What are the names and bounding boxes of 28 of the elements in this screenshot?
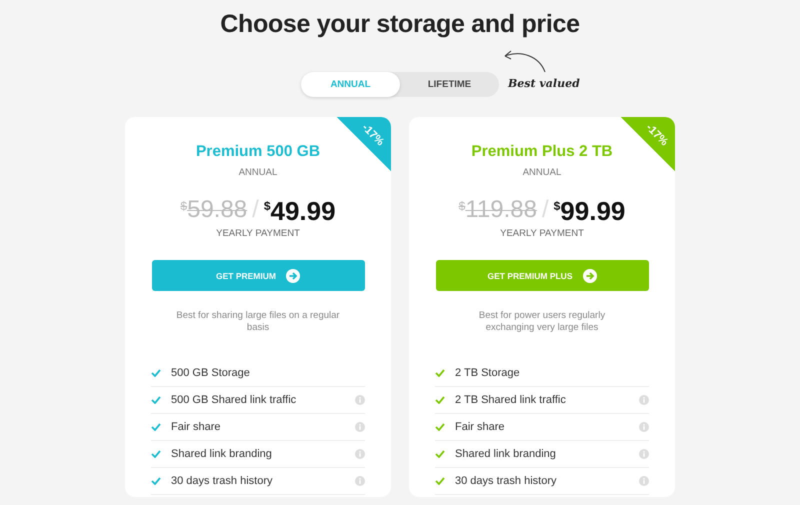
feature-text: 30 days trash history [171, 475, 274, 487]
billing-tab[interactable]: ANNUAL [301, 72, 400, 97]
get-plan-button[interactable]: GET PREMIUM [152, 260, 364, 291]
page-heading: Choose your storage and price [219, 10, 581, 39]
feature-text: 30 days trash history [455, 475, 558, 487]
feature-text: 2 TB Shared link traffic [455, 394, 567, 406]
get-plan-button[interactable]: GET PREMIUM PLUS [436, 260, 648, 291]
feature-text: Fair share [171, 421, 222, 433]
plan-description: Best for sharing large files on a regular basis [175, 310, 341, 334]
price-separator: / [542, 196, 549, 224]
feature-text: 2 TB Storage [455, 367, 521, 379]
feature-text: Shared link branding [171, 448, 273, 460]
feature-text: Shared link branding [455, 448, 557, 460]
feature-text: 500 GB Shared link traffic [171, 394, 298, 406]
price-separator: / [252, 196, 259, 224]
plan-name: Premium Plus 2 TB [470, 143, 614, 161]
price-caption: YEARLY PAYMENT [499, 228, 585, 239]
plan-name: Premium 500 GB [194, 143, 322, 161]
feature-text: 500 GB Storage [171, 367, 251, 379]
price-caption: YEARLY PAYMENT [215, 228, 301, 239]
billing-tab[interactable]: LIFETIME [400, 72, 499, 97]
feature-text: Fair share [455, 421, 506, 433]
billing-period: ANNUAL [238, 167, 278, 178]
billing-period: ANNUAL [522, 167, 562, 178]
discounted-price: $99.99 [554, 196, 626, 227]
note-text: Best valued [508, 77, 580, 90]
plan-description: Best for power users regularly exchanging very large files [478, 310, 606, 334]
discounted-price: $49.99 [264, 196, 336, 227]
